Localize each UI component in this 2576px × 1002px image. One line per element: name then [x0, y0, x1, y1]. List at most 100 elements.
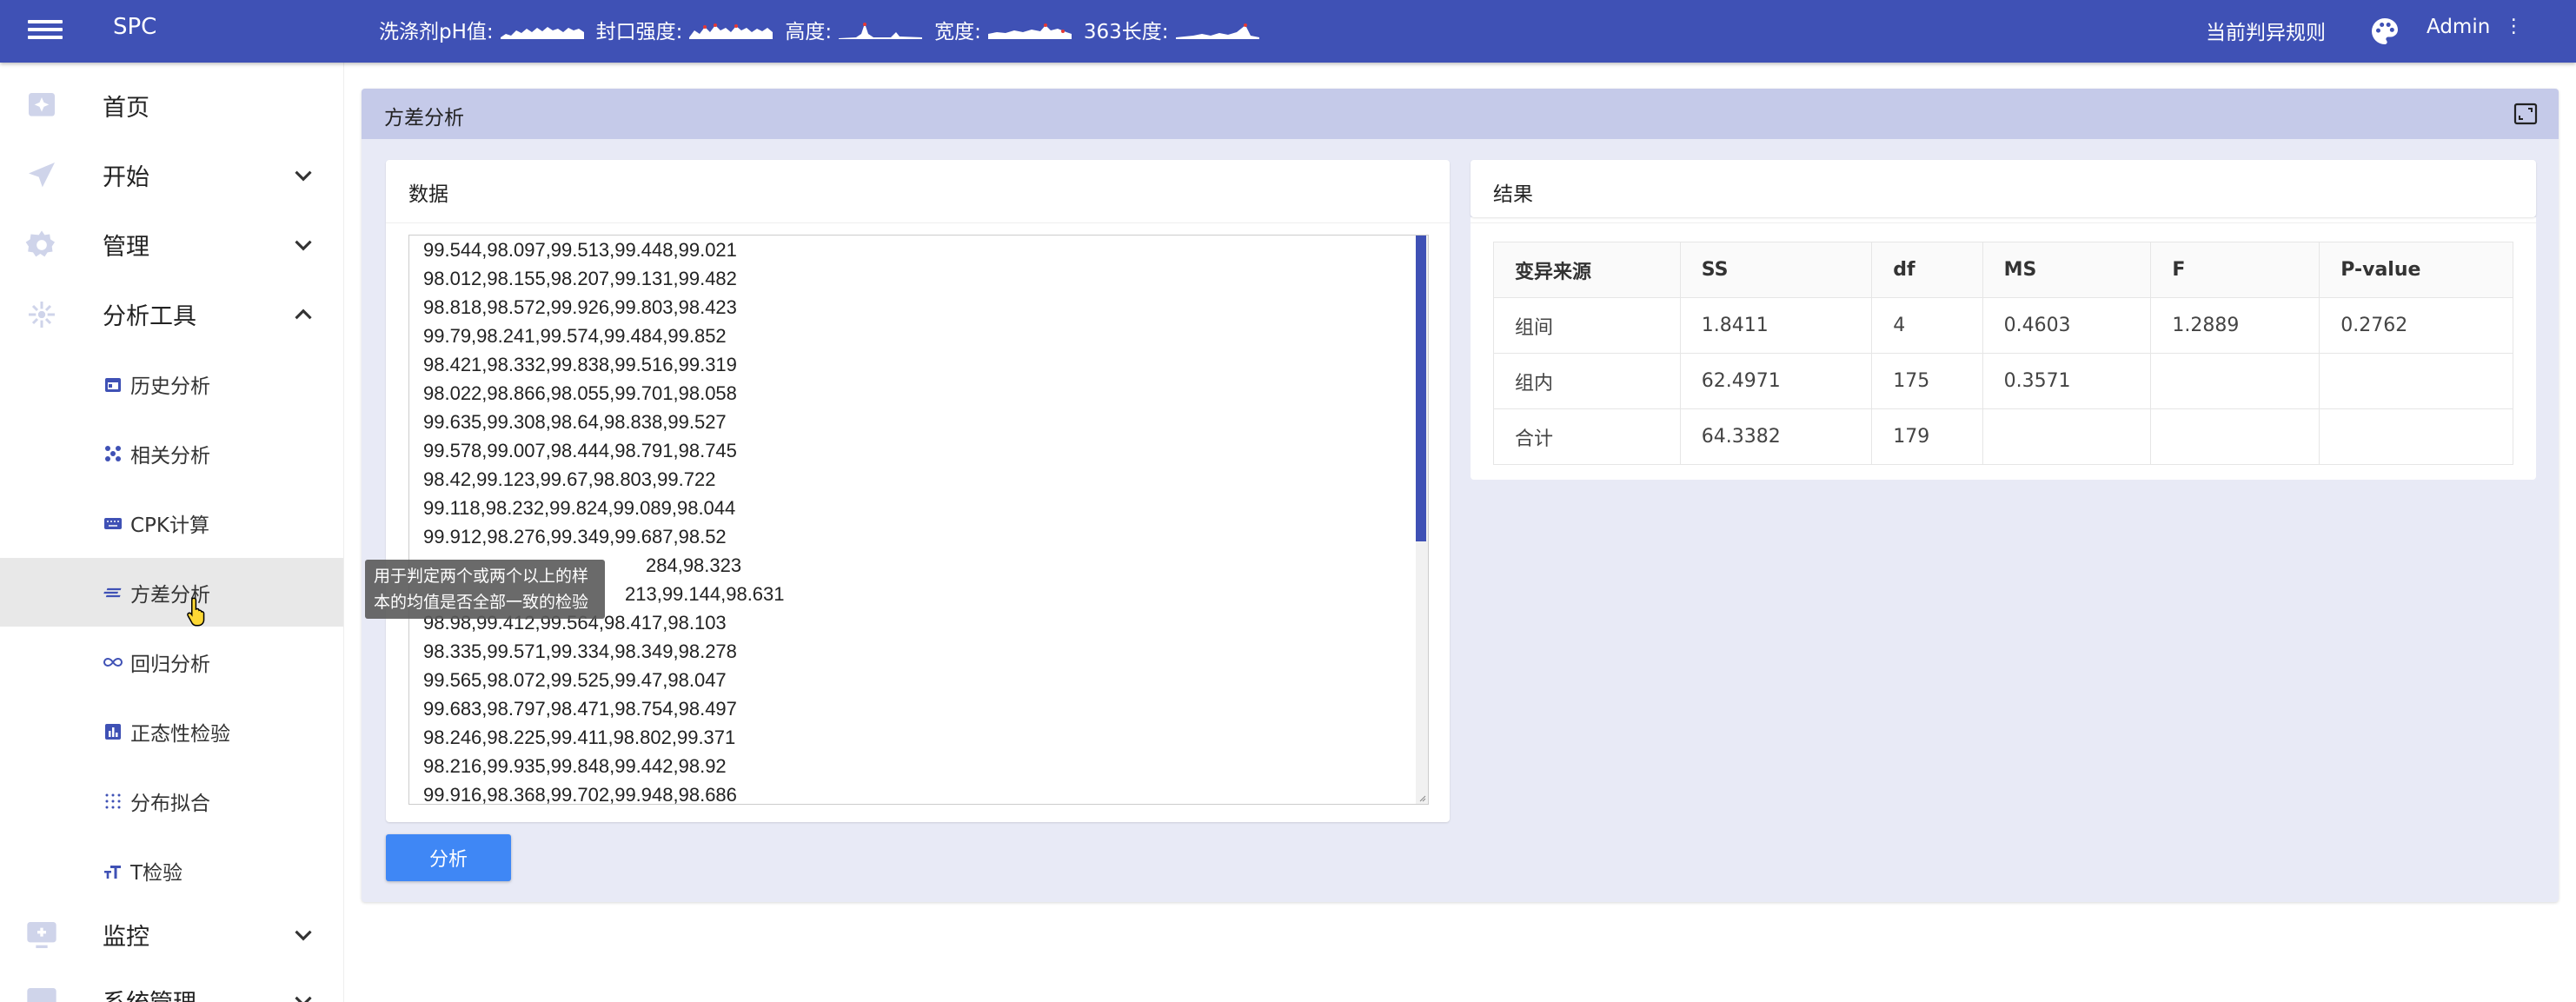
sidebar-subitem-distribution-fit[interactable]: 分布拟合 — [0, 766, 343, 835]
divider — [386, 222, 1450, 223]
user-menu[interactable]: Admin ⋮ — [2427, 16, 2523, 38]
data-line: 99.79,98.241,99.574,99.484,99.852 — [423, 325, 727, 347]
system-icon — [27, 987, 56, 1002]
column-header: SS — [1679, 242, 1873, 298]
sidebar-item-manage[interactable]: 管理 — [0, 210, 343, 279]
anova-table: 变异来源 SS df MS F P-value 组间 1.8411 4 0.46… — [1493, 242, 2513, 465]
sidebar-item-label: 开始 — [103, 164, 149, 191]
column-header: F — [2150, 242, 2320, 298]
sidebar-item-home[interactable]: 首页 — [0, 71, 343, 140]
sidebar-subitem-anova[interactable]: 方差分析 — [0, 558, 343, 627]
monitor-icon — [27, 921, 56, 948]
data-line: 98.42,99.123,99.67,98.803,99.722 — [423, 468, 716, 490]
data-line: 99.565,98.072,99.525,99.47,98.047 — [423, 669, 727, 691]
table-row: 合计 64.3382 179 — [1493, 408, 2513, 465]
ticker-item[interactable]: 高度: — [785, 15, 923, 44]
metric-ticker: 洗涤剂pH值: 封口强度: 高度: 宽度: 363长度: — [379, 12, 1271, 47]
data-line: 98.818,98.572,99.926,99.803,98.423 — [423, 296, 737, 318]
sidebar-item-label: 管理 — [103, 234, 149, 261]
panel-header: 方差分析 — [362, 89, 2559, 139]
data-textarea[interactable]: 99.544,98.097,99.513,99.448,99.021 98.012… — [408, 235, 1429, 805]
bar-chart-icon — [105, 723, 121, 740]
sidebar-item-label: 分析工具 — [103, 303, 196, 330]
sidebar-subitem-history[interactable]: 历史分析 — [0, 349, 343, 418]
sidebar-item-label: 系统管理 — [103, 984, 196, 1002]
gear-icon — [25, 229, 56, 256]
chevron-down-icon — [295, 930, 312, 940]
ticker-item[interactable]: 洗涤剂pH值: — [379, 15, 584, 44]
sidebar-item-label: 监控 — [103, 924, 149, 951]
analysis-icon — [29, 301, 55, 328]
sidebar-item-system[interactable]: 系统管理 — [0, 966, 343, 1002]
chevron-up-icon — [295, 309, 312, 319]
table-cell: 合计 — [1493, 408, 1681, 465]
ticker-item[interactable]: 封口强度: — [596, 15, 773, 44]
menu-icon[interactable] — [28, 16, 63, 47]
sidebar-item-analysis-tools[interactable]: 分析工具 — [0, 280, 343, 348]
fullscreen-icon[interactable] — [2513, 103, 2538, 125]
sidebar-item-label: 首页 — [103, 95, 149, 122]
divider — [1471, 222, 2536, 223]
palette-icon[interactable] — [2367, 14, 2402, 49]
sparkline — [987, 23, 1072, 39]
data-line: 98.421,98.332,99.838,99.516,99.319 — [423, 354, 737, 375]
ticker-item[interactable]: 363长度: — [1084, 15, 1259, 44]
calendar-icon — [105, 377, 121, 392]
sidebar-subitem-label: 分布拟合 — [130, 792, 210, 815]
hand-cursor-icon — [187, 597, 205, 627]
sparkline — [689, 23, 773, 39]
sidebar-subitem-correlation[interactable]: 相关分析 — [0, 419, 343, 488]
table-cell: 0.2762 — [2319, 297, 2513, 354]
data-line: 98.012,98.155,98.207,99.131,99.482 — [423, 268, 737, 289]
column-header: MS — [1982, 242, 2152, 298]
data-line: 99.635,99.308,98.64,98.838,99.527 — [423, 411, 727, 433]
table-cell — [2150, 353, 2320, 409]
scrollbar-thumb[interactable] — [1416, 236, 1426, 541]
column-header: 变异来源 — [1493, 242, 1681, 298]
sidebar-subitem-regression[interactable]: 回归分析 — [0, 627, 343, 696]
table-cell — [1982, 408, 2152, 465]
table-cell: 64.3382 — [1679, 408, 1873, 465]
current-rules-link[interactable]: 当前判异规则 — [2206, 16, 2326, 45]
top-app-bar: SPC 洗涤剂pH值: 封口强度: 高度: 宽度: 363长度: 当前判异规则 … — [0, 0, 2576, 63]
resize-handle-icon[interactable] — [1417, 793, 1426, 802]
sidebar-subitem-t-test[interactable]: T检验 — [0, 836, 343, 905]
sparkline — [500, 27, 584, 39]
result-card-title: 结果 — [1493, 183, 1533, 206]
variance-icon — [103, 587, 122, 597]
table-cell: 179 — [1871, 408, 1983, 465]
table-header-row: 变异来源 SS df MS F P-value — [1493, 242, 2513, 298]
sidebar-subitem-label: 历史分析 — [130, 375, 210, 398]
sidebar-subitem-label: CPK计算 — [130, 514, 210, 537]
scatter-icon — [105, 445, 121, 461]
data-card-title: 数据 — [408, 183, 448, 206]
text-size-icon — [104, 865, 121, 879]
column-header: df — [1871, 242, 1983, 298]
data-line: 99.683,98.797,98.471,98.754,98.497 — [423, 698, 737, 720]
table-cell: 4 — [1871, 297, 1983, 354]
data-line: 98.246,98.225,99.411,98.802,99.371 — [423, 727, 736, 748]
ticker-item[interactable]: 宽度: — [934, 15, 1072, 44]
sidebar-subitem-normality[interactable]: 正态性检验 — [0, 697, 343, 766]
sparkline — [839, 23, 923, 39]
data-card: 数据 99.544,98.097,99.513,99.448,99.021 98.… — [386, 160, 1450, 822]
column-header: P-value — [2319, 242, 2513, 298]
sidebar-item-monitor[interactable]: 监控 — [0, 900, 343, 969]
ticker-label: 363长度: — [1083, 21, 1169, 43]
data-line: 98.335,99.571,99.334,98.349,98.278 — [423, 640, 737, 662]
table-cell — [2150, 408, 2320, 465]
page-title: 方差分析 — [384, 107, 464, 129]
data-line: 99.544,98.097,99.513,99.448,99.021 — [423, 239, 737, 261]
data-line: 99.578,99.007,98.444,98.791,98.745 — [423, 440, 737, 461]
analyze-button[interactable]: 分析 — [386, 834, 511, 881]
more-vert-icon: ⋮ — [2504, 16, 2524, 37]
table-cell: 62.4971 — [1679, 353, 1873, 409]
ticker-label: 宽度: — [934, 21, 981, 43]
sidebar-subitem-label: 相关分析 — [130, 444, 210, 468]
table-cell: 175 — [1871, 353, 1983, 409]
data-line: 98.216,99.935,99.848,99.442,98.92 — [423, 755, 727, 777]
data-line: 99.912,98.276,99.349,99.687,98.52 — [423, 526, 727, 547]
sidebar-subitem-cpk[interactable]: CPK计算 — [0, 488, 343, 557]
sidebar-item-start[interactable]: 开始 — [0, 141, 343, 209]
data-lines: 99.544,98.097,99.513,99.448,99.021 98.012… — [409, 236, 1428, 804]
